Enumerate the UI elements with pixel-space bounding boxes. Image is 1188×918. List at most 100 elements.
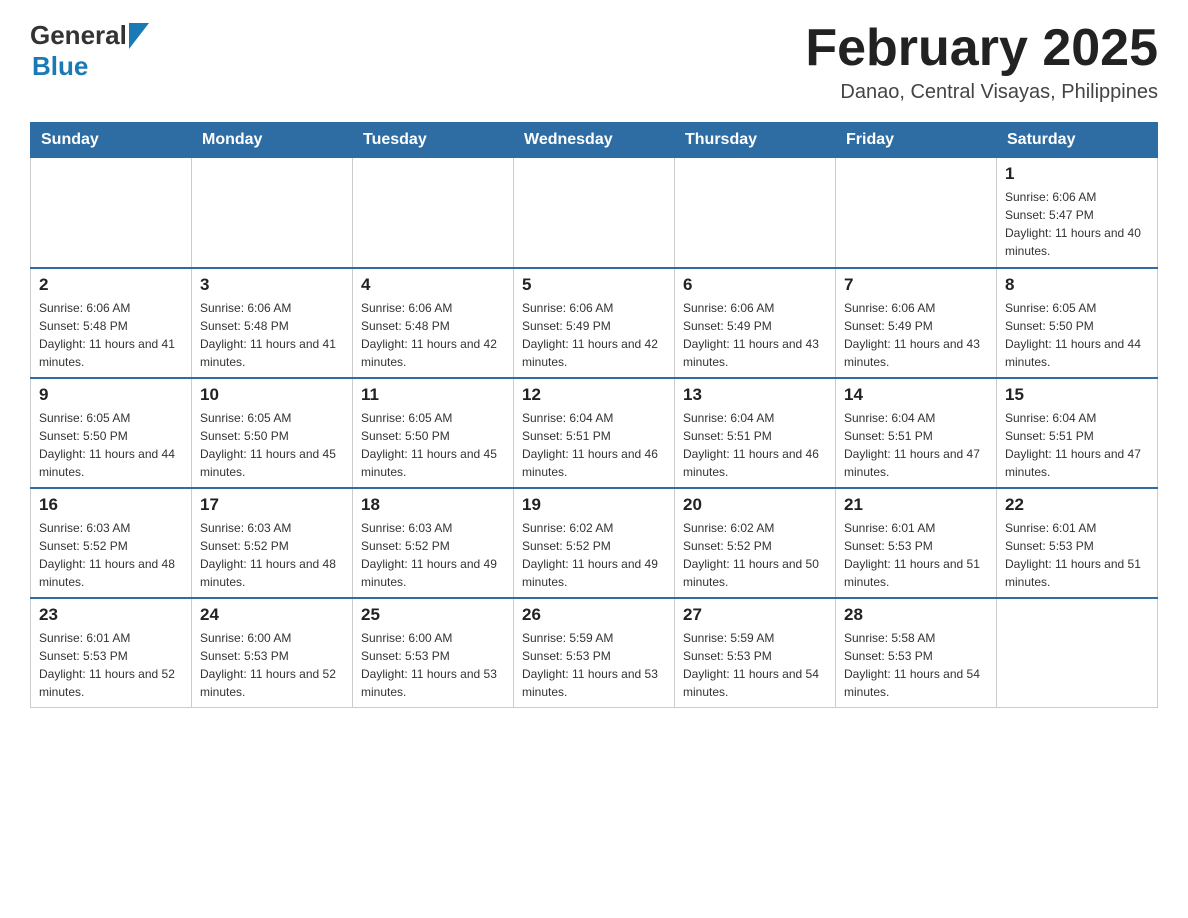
- day-number: 22: [1005, 495, 1149, 515]
- calendar-day-cell: 16 Sunrise: 6:03 AMSunset: 5:52 PMDayligh…: [31, 488, 192, 598]
- day-number: 10: [200, 385, 344, 405]
- calendar-day-cell: 1 Sunrise: 6:06 AMSunset: 5:47 PMDaylight…: [997, 158, 1158, 268]
- calendar-day-cell: 19 Sunrise: 6:02 AMSunset: 5:52 PMDayligh…: [514, 488, 675, 598]
- day-info: Sunrise: 6:06 AMSunset: 5:47 PMDaylight:…: [1005, 188, 1149, 260]
- day-number: 1: [1005, 164, 1149, 184]
- day-number: 8: [1005, 275, 1149, 295]
- day-number: 3: [200, 275, 344, 295]
- day-number: 4: [361, 275, 505, 295]
- calendar-day-cell: 21 Sunrise: 6:01 AMSunset: 5:53 PMDayligh…: [836, 488, 997, 598]
- day-number: 17: [200, 495, 344, 515]
- day-number: 13: [683, 385, 827, 405]
- calendar-week-row: 2 Sunrise: 6:06 AMSunset: 5:48 PMDaylight…: [31, 268, 1158, 378]
- calendar-day-cell: 13 Sunrise: 6:04 AMSunset: 5:51 PMDayligh…: [675, 378, 836, 488]
- calendar-header-row: SundayMondayTuesdayWednesdayThursdayFrid…: [31, 123, 1158, 158]
- calendar-day-cell: [997, 598, 1158, 708]
- day-header-monday: Monday: [192, 123, 353, 158]
- day-header-thursday: Thursday: [675, 123, 836, 158]
- day-header-saturday: Saturday: [997, 123, 1158, 158]
- logo-triangle-icon: [129, 23, 149, 49]
- day-number: 9: [39, 385, 183, 405]
- day-number: 19: [522, 495, 666, 515]
- day-info: Sunrise: 6:01 AMSunset: 5:53 PMDaylight:…: [39, 629, 183, 701]
- day-info: Sunrise: 6:06 AMSunset: 5:49 PMDaylight:…: [844, 299, 988, 371]
- day-info: Sunrise: 5:59 AMSunset: 5:53 PMDaylight:…: [522, 629, 666, 701]
- logo-wrapper: General Blue: [30, 20, 149, 82]
- calendar-day-cell: 4 Sunrise: 6:06 AMSunset: 5:48 PMDaylight…: [353, 268, 514, 378]
- day-number: 26: [522, 605, 666, 625]
- day-info: Sunrise: 6:04 AMSunset: 5:51 PMDaylight:…: [1005, 409, 1149, 481]
- logo-line1: General: [30, 20, 149, 51]
- day-number: 16: [39, 495, 183, 515]
- calendar-subtitle: Danao, Central Visayas, Philippines: [805, 81, 1158, 104]
- day-info: Sunrise: 6:03 AMSunset: 5:52 PMDaylight:…: [361, 519, 505, 591]
- day-number: 7: [844, 275, 988, 295]
- day-number: 15: [1005, 385, 1149, 405]
- day-number: 12: [522, 385, 666, 405]
- calendar-day-cell: 14Sunrise: 6:04 AMSunset: 5:51 PMDayligh…: [836, 378, 997, 488]
- calendar-day-cell: 18 Sunrise: 6:03 AMSunset: 5:52 PMDayligh…: [353, 488, 514, 598]
- day-number: 18: [361, 495, 505, 515]
- day-info: Sunrise: 6:05 AMSunset: 5:50 PMDaylight:…: [200, 409, 344, 481]
- day-info: Sunrise: 6:00 AMSunset: 5:53 PMDaylight:…: [361, 629, 505, 701]
- day-info: Sunrise: 6:05 AMSunset: 5:50 PMDaylight:…: [39, 409, 183, 481]
- calendar-title: February 2025: [805, 20, 1158, 77]
- day-number: 23: [39, 605, 183, 625]
- calendar-week-row: 9 Sunrise: 6:05 AMSunset: 5:50 PMDaylight…: [31, 378, 1158, 488]
- day-header-tuesday: Tuesday: [353, 123, 514, 158]
- day-number: 5: [522, 275, 666, 295]
- day-number: 6: [683, 275, 827, 295]
- day-info: Sunrise: 6:06 AMSunset: 5:49 PMDaylight:…: [522, 299, 666, 371]
- day-header-sunday: Sunday: [31, 123, 192, 158]
- day-header-wednesday: Wednesday: [514, 123, 675, 158]
- calendar-day-cell: 22Sunrise: 6:01 AMSunset: 5:53 PMDayligh…: [997, 488, 1158, 598]
- day-number: 25: [361, 605, 505, 625]
- day-info: Sunrise: 6:00 AMSunset: 5:53 PMDaylight:…: [200, 629, 344, 701]
- title-area: February 2025 Danao, Central Visayas, Ph…: [805, 20, 1158, 104]
- calendar-day-cell: 23 Sunrise: 6:01 AMSunset: 5:53 PMDayligh…: [31, 598, 192, 708]
- calendar-table: SundayMondayTuesdayWednesdayThursdayFrid…: [30, 122, 1158, 708]
- day-info: Sunrise: 6:04 AMSunset: 5:51 PMDaylight:…: [522, 409, 666, 481]
- calendar-day-cell: 9 Sunrise: 6:05 AMSunset: 5:50 PMDaylight…: [31, 378, 192, 488]
- day-number: 28: [844, 605, 988, 625]
- day-number: 14: [844, 385, 988, 405]
- calendar-day-cell: 24 Sunrise: 6:00 AMSunset: 5:53 PMDayligh…: [192, 598, 353, 708]
- day-info: Sunrise: 6:02 AMSunset: 5:52 PMDaylight:…: [522, 519, 666, 591]
- day-info: Sunrise: 6:06 AMSunset: 5:48 PMDaylight:…: [200, 299, 344, 371]
- calendar-day-cell: 17 Sunrise: 6:03 AMSunset: 5:52 PMDayligh…: [192, 488, 353, 598]
- day-number: 20: [683, 495, 827, 515]
- day-number: 24: [200, 605, 344, 625]
- day-info: Sunrise: 6:02 AMSunset: 5:52 PMDaylight:…: [683, 519, 827, 591]
- calendar-week-row: 16 Sunrise: 6:03 AMSunset: 5:52 PMDayligh…: [31, 488, 1158, 598]
- calendar-day-cell: [192, 158, 353, 268]
- calendar-day-cell: 12 Sunrise: 6:04 AMSunset: 5:51 PMDayligh…: [514, 378, 675, 488]
- calendar-day-cell: 25 Sunrise: 6:00 AMSunset: 5:53 PMDayligh…: [353, 598, 514, 708]
- day-info: Sunrise: 5:58 AMSunset: 5:53 PMDaylight:…: [844, 629, 988, 701]
- page-header: General Blue February 2025 Danao, Centra…: [30, 20, 1158, 104]
- calendar-day-cell: [353, 158, 514, 268]
- logo-blue-text: Blue: [32, 51, 149, 82]
- day-number: 2: [39, 275, 183, 295]
- calendar-day-cell: 27Sunrise: 5:59 AMSunset: 5:53 PMDayligh…: [675, 598, 836, 708]
- calendar-week-row: 1 Sunrise: 6:06 AMSunset: 5:47 PMDaylight…: [31, 158, 1158, 268]
- day-info: Sunrise: 5:59 AMSunset: 5:53 PMDaylight:…: [683, 629, 827, 701]
- calendar-day-cell: [31, 158, 192, 268]
- calendar-day-cell: 20 Sunrise: 6:02 AMSunset: 5:52 PMDayligh…: [675, 488, 836, 598]
- calendar-day-cell: 3 Sunrise: 6:06 AMSunset: 5:48 PMDaylight…: [192, 268, 353, 378]
- calendar-day-cell: 26 Sunrise: 5:59 AMSunset: 5:53 PMDayligh…: [514, 598, 675, 708]
- logo-general-text: General: [30, 20, 127, 51]
- day-info: Sunrise: 6:03 AMSunset: 5:52 PMDaylight:…: [200, 519, 344, 591]
- day-info: Sunrise: 6:06 AMSunset: 5:49 PMDaylight:…: [683, 299, 827, 371]
- day-number: 21: [844, 495, 988, 515]
- day-info: Sunrise: 6:06 AMSunset: 5:48 PMDaylight:…: [361, 299, 505, 371]
- day-info: Sunrise: 6:01 AMSunset: 5:53 PMDaylight:…: [844, 519, 988, 591]
- calendar-day-cell: 7 Sunrise: 6:06 AMSunset: 5:49 PMDaylight…: [836, 268, 997, 378]
- calendar-day-cell: 6 Sunrise: 6:06 AMSunset: 5:49 PMDaylight…: [675, 268, 836, 378]
- calendar-day-cell: 8Sunrise: 6:05 AMSunset: 5:50 PMDaylight…: [997, 268, 1158, 378]
- calendar-day-cell: 5 Sunrise: 6:06 AMSunset: 5:49 PMDaylight…: [514, 268, 675, 378]
- calendar-day-cell: 10 Sunrise: 6:05 AMSunset: 5:50 PMDayligh…: [192, 378, 353, 488]
- day-info: Sunrise: 6:04 AMSunset: 5:51 PMDaylight:…: [683, 409, 827, 481]
- day-info: Sunrise: 6:03 AMSunset: 5:52 PMDaylight:…: [39, 519, 183, 591]
- day-number: 11: [361, 385, 505, 405]
- calendar-day-cell: [514, 158, 675, 268]
